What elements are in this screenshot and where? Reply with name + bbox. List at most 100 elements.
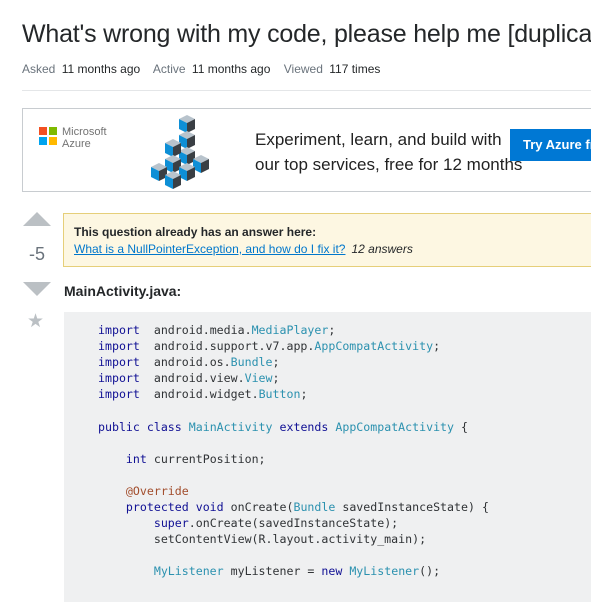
cube-shape — [165, 139, 181, 157]
code-line: import android.widget.Button; — [98, 386, 591, 402]
code-token: import — [98, 371, 140, 386]
code-block[interactable]: import android.media.MediaPlayer; import … — [64, 312, 591, 602]
code-token: super — [153, 516, 189, 531]
question-title[interactable]: What's wrong with my code, please help m… — [22, 20, 591, 49]
favorite-star-icon[interactable]: ★ — [27, 310, 44, 333]
code-token: Bundle — [230, 355, 273, 370]
duplicate-question-link[interactable]: What is a NullPointerException, and how … — [74, 242, 345, 256]
ad-copy-line1: Experiment, learn, and build with — [255, 130, 502, 149]
header-divider — [22, 90, 591, 91]
code-token: @Override — [125, 483, 189, 498]
code-line: protected void onCreate(Bundle savedInst… — [98, 499, 591, 515]
code-filename: MainActivity.java: — [64, 283, 182, 299]
downvote-arrow-icon[interactable] — [23, 282, 51, 296]
code-token: ; — [272, 355, 280, 370]
code-token: android.os. — [139, 355, 231, 370]
code-token: currentPosition; — [146, 451, 266, 466]
code-token: ; — [272, 371, 280, 386]
brand-line1: Microsoft — [62, 126, 107, 138]
code-token: AppCompatActivity — [335, 419, 455, 434]
answers-count: 12 answers — [351, 242, 413, 256]
vote-score: -5 — [28, 244, 45, 264]
asked-value: 11 months ago — [61, 62, 141, 76]
ad-copy-line2: our top services, free for 12 months — [255, 155, 523, 174]
ad-copy: Experiment, learn, and build with our to… — [255, 127, 522, 177]
code-line: import android.os.Bundle; — [98, 354, 591, 370]
code-line: super.onCreate(savedInstanceState); — [98, 515, 591, 531]
code-token: Bundle — [293, 500, 336, 515]
cube-shape — [165, 155, 181, 173]
code-line: public class MainActivity extends AppCom… — [98, 419, 591, 435]
code-token: MainActivity — [188, 419, 273, 434]
code-line: MyListener myListener = new MyListener()… — [98, 563, 591, 579]
logo-square-yellow — [49, 137, 57, 145]
code-token: MyListener — [349, 564, 420, 579]
code-token: android.view. — [139, 371, 245, 386]
microsoft-logo-icon — [39, 127, 57, 145]
viewed-label: Viewed — [283, 62, 323, 76]
code-line: @Override — [98, 483, 591, 499]
code-token: public class — [98, 419, 182, 434]
cube-shape — [193, 155, 209, 173]
code-token: AppCompatActivity — [314, 339, 434, 354]
code-token: { — [454, 419, 468, 434]
code-token: android.widget. — [139, 387, 259, 402]
duplicate-notice-heading: This question already has an answer here… — [74, 225, 317, 239]
code-token: android.support.v7.app. — [139, 339, 315, 354]
code-token: MediaPlayer — [251, 323, 329, 337]
logo-square-blue — [39, 137, 47, 145]
code-token: savedInstanceState) { — [335, 500, 489, 515]
code-token: int — [125, 451, 147, 466]
viewed-value: 117 times — [329, 62, 381, 76]
code-token: extends — [279, 419, 329, 434]
code-line: setContentView(R.layout.activity_main); — [98, 531, 591, 547]
code-token: onCreate( — [223, 500, 294, 515]
cubes-illustration-icon — [151, 115, 209, 189]
cube-shape — [151, 163, 167, 181]
question-meta: Asked 11 months ago Active 11 months ago… — [22, 62, 390, 76]
code-token: ; — [328, 323, 336, 337]
code-token: import — [98, 355, 140, 370]
asked-label: Asked — [22, 62, 56, 76]
active-label: Active — [152, 62, 186, 76]
code-token: import — [98, 339, 140, 354]
code-line: int currentPosition; — [98, 451, 591, 467]
logo-square-red — [39, 127, 47, 135]
code-token: ; — [300, 387, 308, 402]
code-line: import android.view.View; — [98, 370, 591, 386]
vote-controls: -5 — [22, 212, 52, 296]
code-token: protected void — [125, 500, 224, 515]
code-line: import android.support.v7.app.AppCompatA… — [98, 338, 591, 354]
azure-ad-banner[interactable]: Microsoft Azure Experiment, learn, and b… — [22, 108, 591, 192]
code-token: Button — [258, 387, 301, 402]
cube-shape — [179, 163, 195, 181]
code-token: import — [98, 387, 140, 402]
cube-shape — [179, 131, 195, 149]
code-token: new — [321, 564, 343, 579]
microsoft-azure-wordmark: Microsoft Azure — [62, 126, 107, 150]
code-token: .onCreate(savedInstanceState); — [188, 516, 399, 531]
logo-square-green — [49, 127, 57, 135]
code-token: (); — [419, 564, 441, 579]
duplicate-notice-body: What is a NullPointerException, and how … — [74, 242, 591, 256]
brand-line2: Azure — [62, 138, 91, 150]
try-azure-button[interactable]: Try Azure free — [510, 129, 591, 161]
upvote-arrow-icon[interactable] — [23, 212, 51, 226]
cube-shape — [179, 115, 195, 133]
code-token: android.media. — [139, 323, 252, 337]
cube-shape — [179, 147, 195, 165]
active-value[interactable]: 11 months ago — [192, 62, 271, 76]
code-token: myListener = — [223, 564, 322, 579]
cube-shape — [165, 171, 181, 189]
